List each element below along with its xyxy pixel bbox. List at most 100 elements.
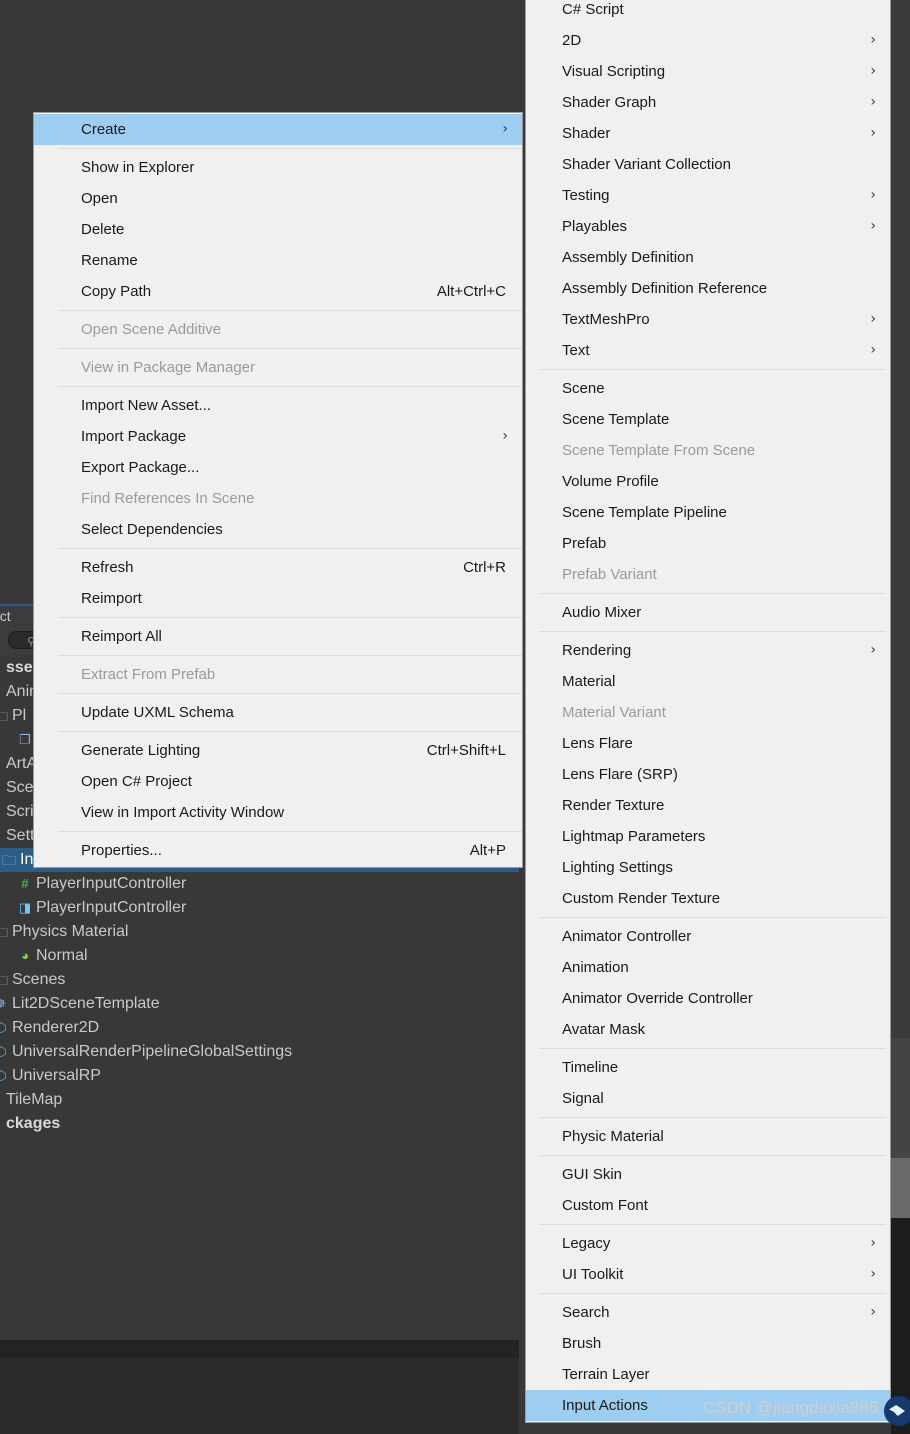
- menu-item-export-package[interactable]: Export Package...: [34, 452, 522, 483]
- menu-item-rendering[interactable]: Rendering ›: [526, 635, 890, 666]
- menu-separator: [540, 1155, 886, 1156]
- tree-item[interactable]: ⬡ UniversalRP: [0, 1064, 519, 1088]
- menu-item-brush[interactable]: Brush: [526, 1328, 890, 1359]
- menu-item-shader-graph[interactable]: Shader Graph ›: [526, 87, 890, 118]
- menu-item-scene[interactable]: Scene: [526, 373, 890, 404]
- tree-item-label: Physics Material: [12, 923, 129, 941]
- menu-item-gui-skin[interactable]: GUI Skin: [526, 1159, 890, 1190]
- menu-item-reimport[interactable]: Reimport: [34, 583, 522, 614]
- menu-item-c-script[interactable]: C# Script: [526, 0, 890, 25]
- menu-item-create[interactable]: Create ›: [34, 114, 522, 145]
- menu-item-material[interactable]: Material: [526, 666, 890, 697]
- tree-item[interactable]: ⬡ Renderer2D: [0, 1016, 519, 1040]
- tree-item[interactable]: # PlayerInputController: [0, 872, 519, 896]
- menu-item-label: Scene Template From Scene: [562, 442, 756, 459]
- menu-item-select-dependencies[interactable]: Select Dependencies: [34, 514, 522, 545]
- folder-icon: 🗀: [0, 972, 8, 988]
- menu-item-label: Find References In Scene: [81, 490, 255, 507]
- menu-item-avatar-mask[interactable]: Avatar Mask: [526, 1014, 890, 1045]
- menu-item-label: Open: [81, 190, 118, 207]
- menu-item-label: Text: [562, 342, 590, 359]
- menu-item-visual-scripting[interactable]: Visual Scripting ›: [526, 56, 890, 87]
- menu-item-label: Shader Graph: [562, 94, 657, 111]
- menu-item-prefab-variant: Prefab Variant: [526, 559, 890, 590]
- menu-item-custom-render-texture[interactable]: Custom Render Texture: [526, 883, 890, 914]
- menu-item-scene-template[interactable]: Scene Template: [526, 404, 890, 435]
- menu-item-open[interactable]: Open: [34, 183, 522, 214]
- menu-item-search[interactable]: Search ›: [526, 1297, 890, 1328]
- menu-item-physic-material[interactable]: Physic Material: [526, 1121, 890, 1152]
- menu-item-animator-controller[interactable]: Animator Controller: [526, 921, 890, 952]
- tree-item[interactable]: 🗀 Physics Material: [0, 920, 519, 944]
- menu-item-label: Reimport: [81, 590, 142, 607]
- menu-item-assembly-definition[interactable]: Assembly Definition: [526, 242, 890, 273]
- menu-item-label: Input Actions: [562, 1397, 648, 1414]
- menu-item-label: Render Texture: [562, 797, 665, 814]
- menu-item-label: Prefab: [562, 535, 607, 552]
- menu-item-input-actions[interactable]: Input Actions: [526, 1390, 890, 1421]
- menu-item-label: Scene Template Pipeline: [562, 504, 727, 521]
- menu-item-show-in-explorer[interactable]: Show in Explorer: [34, 152, 522, 183]
- bottom-console-area: [0, 1358, 519, 1434]
- menu-item-scene-template-pipeline[interactable]: Scene Template Pipeline: [526, 497, 890, 528]
- menu-item-audio-mixer[interactable]: Audio Mixer: [526, 597, 890, 628]
- menu-item-testing[interactable]: Testing ›: [526, 180, 890, 211]
- menu-item-generate-lighting[interactable]: Generate Lighting Ctrl+Shift+L: [34, 735, 522, 766]
- menu-item-properties[interactable]: Properties... Alt+P: [34, 835, 522, 866]
- tree-item-label: Sce: [6, 779, 34, 796]
- tab-project[interactable]: ect: [0, 608, 11, 624]
- menu-item-rename[interactable]: Rename: [34, 245, 522, 276]
- menu-item-shader[interactable]: Shader ›: [526, 118, 890, 149]
- menu-item-import-package[interactable]: Import Package ›: [34, 421, 522, 452]
- menu-item-refresh[interactable]: Refresh Ctrl+R: [34, 552, 522, 583]
- tree-item[interactable]: ⬡ UniversalRenderPipelineGlobalSettings: [0, 1040, 519, 1064]
- menu-item-lens-flare[interactable]: Lens Flare: [526, 728, 890, 759]
- menu-item-copy-path[interactable]: Copy Path Alt+Ctrl+C: [34, 276, 522, 307]
- tree-item[interactable]: TileMap: [0, 1088, 519, 1112]
- tree-item[interactable]: ✵ Lit2DSceneTemplate: [0, 992, 519, 1016]
- menu-item-prefab[interactable]: Prefab: [526, 528, 890, 559]
- menu-item-update-uxml-schema[interactable]: Update UXML Schema: [34, 697, 522, 728]
- menu-item-animation[interactable]: Animation: [526, 952, 890, 983]
- menu-item-text[interactable]: Text ›: [526, 335, 890, 366]
- menu-item-reimport-all[interactable]: Reimport All: [34, 621, 522, 652]
- menu-item-playables[interactable]: Playables ›: [526, 211, 890, 242]
- menu-separator: [540, 1117, 886, 1118]
- menu-item-import-new-asset[interactable]: Import New Asset...: [34, 390, 522, 421]
- tree-item[interactable]: ◕ Normal: [0, 944, 519, 968]
- asset-icon: ⬡: [0, 1020, 7, 1035]
- menu-item-custom-font[interactable]: Custom Font: [526, 1190, 890, 1221]
- menu-item-volume-profile[interactable]: Volume Profile: [526, 466, 890, 497]
- chevron-right-icon: ›: [870, 218, 876, 234]
- menu-item-2d[interactable]: 2D ›: [526, 25, 890, 56]
- menu-item-label: Material: [562, 673, 616, 690]
- menu-item-ui-toolkit[interactable]: UI Toolkit ›: [526, 1259, 890, 1290]
- menu-item-shader-variant-collection[interactable]: Shader Variant Collection: [526, 149, 890, 180]
- menu-item-signal[interactable]: Signal: [526, 1083, 890, 1114]
- menu-item-animator-override-controller[interactable]: Animator Override Controller: [526, 983, 890, 1014]
- menu-item-timeline[interactable]: Timeline: [526, 1052, 890, 1083]
- menu-item-delete[interactable]: Delete: [34, 214, 522, 245]
- tree-item[interactable]: ckages: [0, 1112, 519, 1136]
- menu-item-textmeshpro[interactable]: TextMeshPro ›: [526, 304, 890, 335]
- menu-item-lens-flare-srp[interactable]: Lens Flare (SRP): [526, 759, 890, 790]
- menu-item-legacy[interactable]: Legacy ›: [526, 1228, 890, 1259]
- menu-item-lightmap-parameters[interactable]: Lightmap Parameters: [526, 821, 890, 852]
- chevron-right-icon: ›: [502, 428, 508, 444]
- menu-item-lighting-settings[interactable]: Lighting Settings: [526, 852, 890, 883]
- menu-item-label: Assembly Definition: [562, 249, 694, 266]
- menu-item-label: Scene: [562, 380, 605, 397]
- menu-separator: [58, 831, 522, 832]
- tree-item-label: ckages: [6, 1115, 61, 1132]
- menu-item-label: Visual Scripting: [562, 63, 666, 80]
- menu-item-render-texture[interactable]: Render Texture: [526, 790, 890, 821]
- menu-item-terrain-layer[interactable]: Terrain Layer: [526, 1359, 890, 1390]
- menu-item-view-in-import-activity-window[interactable]: View in Import Activity Window: [34, 797, 522, 828]
- menu-item-label: Avatar Mask: [562, 1021, 646, 1038]
- menu-item-assembly-definition-reference[interactable]: Assembly Definition Reference: [526, 273, 890, 304]
- tree-item[interactable]: 🗀 Scenes: [0, 968, 519, 992]
- menu-item-open-c-project[interactable]: Open C# Project: [34, 766, 522, 797]
- tree-item[interactable]: ▶◨PlayerInputController: [0, 896, 519, 920]
- menu-item-label: Prefab Variant: [562, 566, 657, 583]
- menu-item-label: Delete: [81, 221, 125, 238]
